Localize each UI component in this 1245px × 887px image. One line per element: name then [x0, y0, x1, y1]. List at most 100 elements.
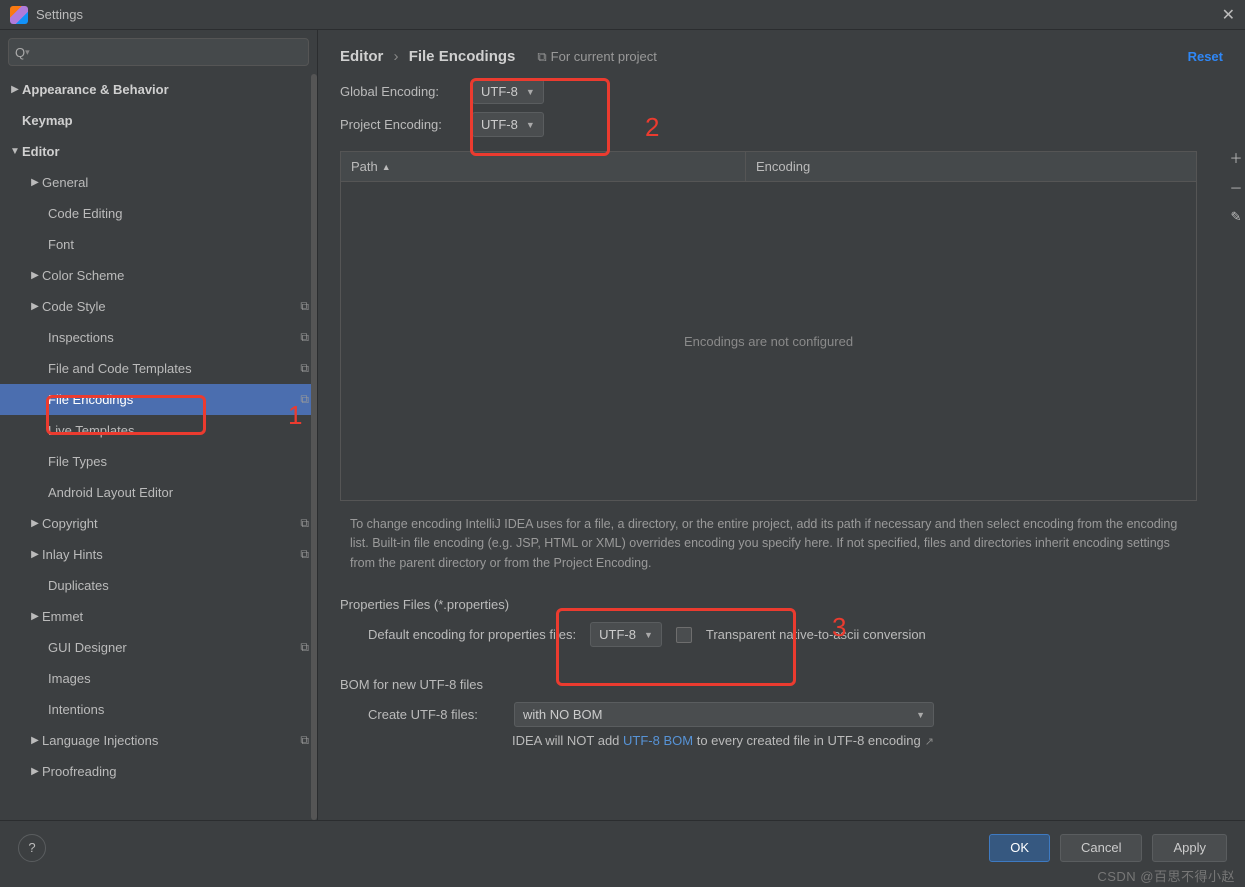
settings-tree: ▶Appearance & BehaviorKeymap▼Editor▶Gene…: [0, 74, 317, 820]
scrollbar[interactable]: [311, 74, 317, 820]
sidebar-item-label: Inlay Hints: [42, 547, 300, 562]
chevron-down-icon: ▼: [916, 710, 925, 720]
sidebar-item-label: Intentions: [48, 702, 317, 717]
sidebar-item-label: Code Editing: [48, 206, 317, 221]
bom-note: IDEA will NOT add UTF-8 BOM to every cre…: [340, 733, 1223, 748]
scheme-icon: ⧉: [300, 299, 309, 314]
sidebar-item[interactable]: ▶Language Injections⧉: [0, 725, 317, 756]
properties-default-label: Default encoding for properties files:: [368, 627, 576, 642]
chevron-down-icon: ▼: [526, 120, 535, 130]
chevron-down-icon: ▾: [25, 47, 30, 58]
expand-arrow-icon: ▶: [28, 549, 42, 560]
properties-section-title: Properties Files (*.properties): [340, 597, 1223, 612]
reset-link[interactable]: Reset: [1188, 49, 1223, 64]
add-icon[interactable]: ＋: [1226, 147, 1245, 167]
sidebar-item[interactable]: ▶Emmet: [0, 601, 317, 632]
expand-arrow-icon: ▶: [28, 611, 42, 622]
scheme-icon: ⧉: [537, 49, 546, 65]
expand-arrow-icon: ▶: [28, 766, 42, 777]
close-icon[interactable]: ✕: [1222, 5, 1235, 25]
sidebar-item-label: GUI Designer: [48, 640, 300, 655]
sidebar-item[interactable]: GUI Designer⧉: [0, 632, 317, 663]
sidebar-item[interactable]: Intentions: [0, 694, 317, 725]
sidebar-item-label: General: [42, 175, 317, 190]
expand-arrow-icon: ▶: [28, 301, 42, 312]
sidebar-item-label: Emmet: [42, 609, 317, 624]
transparent-ascii-checkbox[interactable]: [676, 627, 692, 643]
sidebar-item[interactable]: Live Templates: [0, 415, 317, 446]
sidebar-item[interactable]: Android Layout Editor: [0, 477, 317, 508]
create-utf8-dropdown[interactable]: with NO BOM▼: [514, 702, 934, 727]
sidebar-item-label: Keymap: [22, 113, 317, 128]
sidebar-item[interactable]: File Types: [0, 446, 317, 477]
project-encoding-label: Project Encoding:: [340, 117, 472, 132]
sidebar-item-label: Language Injections: [42, 733, 300, 748]
sidebar-item[interactable]: ▶General: [0, 167, 317, 198]
app-icon: [10, 6, 28, 24]
window-title: Settings: [36, 7, 83, 22]
expand-arrow-icon: ▶: [28, 177, 42, 188]
sidebar-item-label: Appearance & Behavior: [22, 82, 317, 97]
project-encoding-dropdown[interactable]: UTF-8▼: [472, 112, 544, 137]
bom-section-title: BOM for new UTF-8 files: [340, 677, 1223, 692]
sidebar-item[interactable]: File Encodings⧉: [0, 384, 317, 415]
ok-button[interactable]: OK: [989, 834, 1050, 862]
sidebar-item[interactable]: ▶Proofreading: [0, 756, 317, 787]
breadcrumb-root: Editor: [340, 48, 383, 65]
expand-arrow-icon: ▶: [28, 735, 42, 746]
sidebar-item[interactable]: ▶Appearance & Behavior: [0, 74, 317, 105]
table-empty-text: Encodings are not configured: [341, 182, 1196, 500]
titlebar: Settings ✕: [0, 0, 1245, 30]
search-icon: Q: [15, 45, 25, 60]
scheme-icon: ⧉: [300, 733, 309, 748]
global-encoding-dropdown[interactable]: UTF-8▼: [472, 79, 544, 104]
cancel-button[interactable]: Cancel: [1060, 834, 1142, 862]
encoding-column-header[interactable]: Encoding: [746, 152, 1196, 181]
content-pane: Editor › File Encodings ⧉ For current pr…: [318, 30, 1245, 820]
sidebar-item-label: Duplicates: [48, 578, 317, 593]
expand-arrow-icon: ▶: [28, 518, 42, 529]
sidebar-item[interactable]: Font: [0, 229, 317, 260]
sidebar-item[interactable]: ▶Color Scheme: [0, 260, 317, 291]
help-button[interactable]: ?: [18, 834, 46, 862]
sidebar-item[interactable]: Inspections⧉: [0, 322, 317, 353]
external-link-icon: ↗: [925, 736, 934, 748]
sidebar-item-label: Live Templates: [48, 423, 317, 438]
sidebar: Q ▾ ▶Appearance & BehaviorKeymap▼Editor▶…: [0, 30, 318, 820]
sidebar-item[interactable]: Keymap: [0, 105, 317, 136]
sidebar-item-label: Images: [48, 671, 317, 686]
sidebar-item[interactable]: Code Editing: [0, 198, 317, 229]
scheme-icon: ⧉: [300, 361, 309, 376]
sidebar-item[interactable]: ▶Code Style⧉: [0, 291, 317, 322]
sidebar-item-label: Editor: [22, 144, 317, 159]
for-current-project-label: ⧉ For current project: [537, 49, 657, 65]
scheme-icon: ⧉: [300, 330, 309, 345]
properties-encoding-dropdown[interactable]: UTF-8▼: [590, 622, 662, 647]
apply-button[interactable]: Apply: [1152, 834, 1227, 862]
help-text: To change encoding IntelliJ IDEA uses fo…: [340, 515, 1223, 573]
sidebar-item[interactable]: ▶Copyright⧉: [0, 508, 317, 539]
breadcrumb-leaf: File Encodings: [409, 48, 516, 65]
global-encoding-label: Global Encoding:: [340, 84, 472, 99]
breadcrumb: Editor › File Encodings: [340, 48, 515, 65]
search-input[interactable]: Q ▾: [8, 38, 309, 66]
scheme-icon: ⧉: [300, 392, 309, 407]
sidebar-item-label: File and Code Templates: [48, 361, 300, 376]
sidebar-item[interactable]: ▼Editor: [0, 136, 317, 167]
sidebar-item-label: Inspections: [48, 330, 300, 345]
sidebar-item-label: File Encodings: [48, 392, 300, 407]
sidebar-item-label: File Types: [48, 454, 317, 469]
sidebar-item[interactable]: ▶Inlay Hints⧉: [0, 539, 317, 570]
remove-icon[interactable]: －: [1226, 177, 1245, 197]
utf8-bom-link[interactable]: UTF-8 BOM: [623, 733, 693, 748]
chevron-down-icon: ▼: [526, 87, 535, 97]
sidebar-item[interactable]: Images: [0, 663, 317, 694]
path-column-header[interactable]: Path▲: [341, 152, 746, 181]
scheme-icon: ⧉: [300, 547, 309, 562]
sidebar-item-label: Code Style: [42, 299, 300, 314]
sidebar-item[interactable]: File and Code Templates⧉: [0, 353, 317, 384]
sidebar-item[interactable]: Duplicates: [0, 570, 317, 601]
encodings-table: Path▲ Encoding Encodings are not configu…: [340, 151, 1197, 501]
sidebar-item-label: Proofreading: [42, 764, 317, 779]
edit-icon[interactable]: ✎: [1226, 207, 1245, 227]
